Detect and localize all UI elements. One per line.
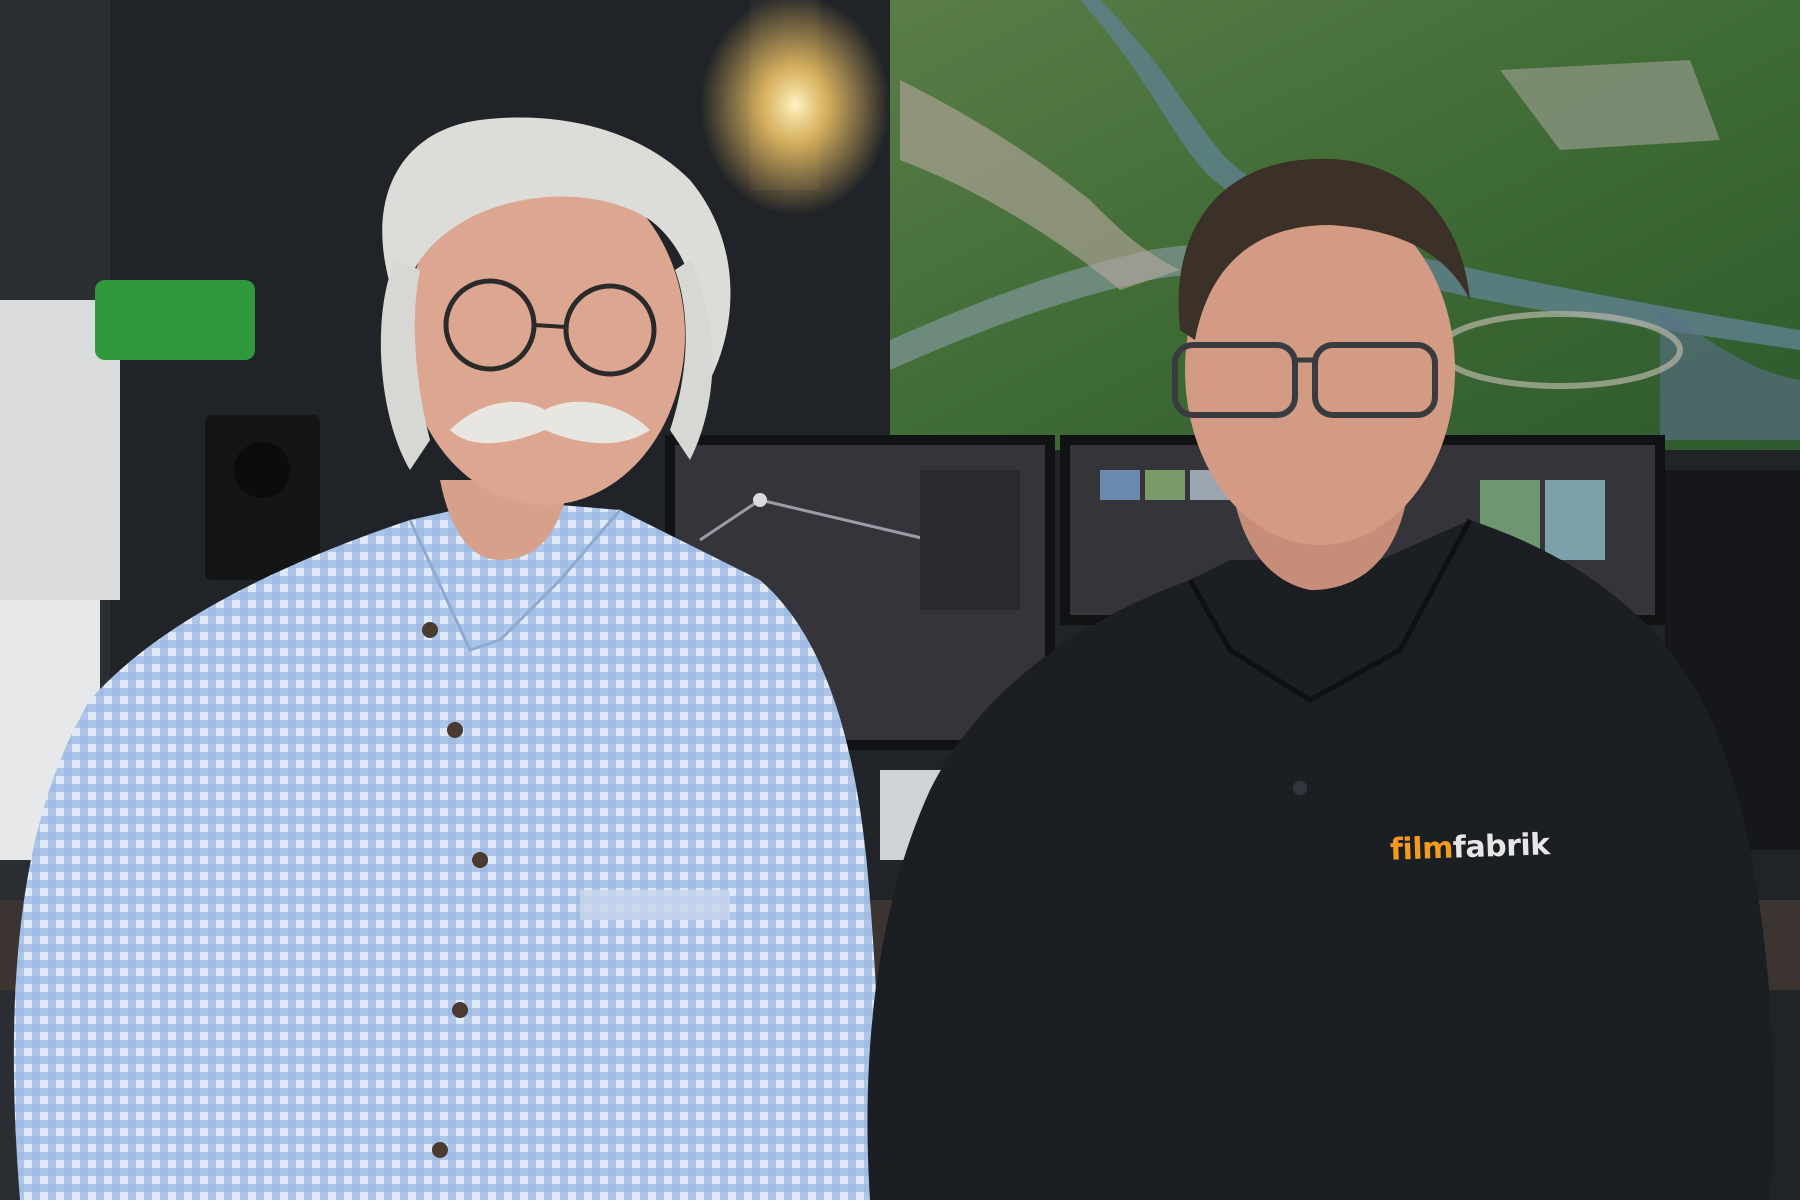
monitor-right-thumb-5 (1545, 480, 1605, 560)
monitor-right-thumb-2 (1145, 470, 1185, 500)
shirt-button (452, 1002, 468, 1018)
shirt-button (447, 722, 463, 738)
shirt-button (472, 852, 488, 868)
monitor-left-panel (920, 470, 1020, 610)
polo-button (1293, 781, 1307, 795)
shirt-pocket (580, 890, 730, 920)
logo-film: film (1389, 830, 1454, 868)
photo-scene: filmfabrik (0, 0, 1800, 1200)
left-man-glasses-bridge (533, 323, 567, 329)
monitor-left-keyframe (753, 493, 767, 507)
speaker-woofer (234, 442, 290, 498)
photo-illustration (0, 0, 1800, 1200)
green-watering-can (95, 280, 255, 360)
wall-lamp-light (700, 0, 890, 215)
filmfabrik-logo: filmfabrik (1389, 827, 1550, 868)
shirt-button (422, 622, 438, 638)
logo-fabrik: fabrik (1452, 827, 1551, 866)
monitor-right-thumb-1 (1100, 470, 1140, 500)
shirt-button (432, 1142, 448, 1158)
